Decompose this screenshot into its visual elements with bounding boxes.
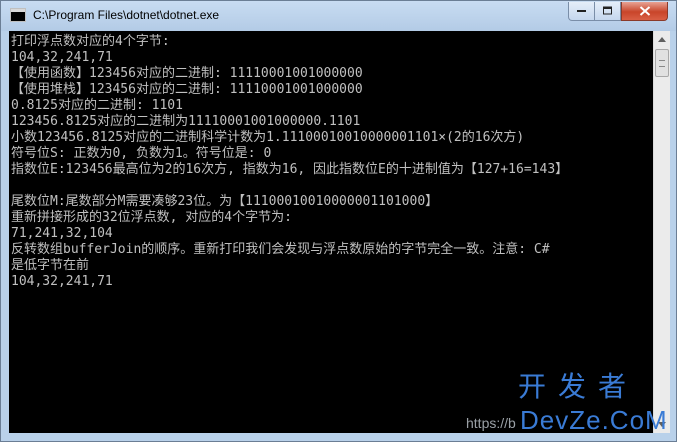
console-line: 指数位E:123456最高位为2的16次方, 指数为16, 因此指数位E的十进制…: [11, 162, 569, 177]
console-line: 打印浮点数对应的4个字节:: [11, 34, 170, 49]
console-line: 是低字节在前: [11, 258, 90, 273]
console-line: 104,32,241,71: [11, 274, 113, 289]
console-window: C:\Program Files\dotnet\dotnet.exe 打印浮点数…: [0, 0, 677, 442]
console-line: 71,241,32,104: [11, 226, 113, 241]
console-line: 反转数组bufferJoin的顺序。重新打印我们会发现与浮点数原始的字节完全一致…: [11, 242, 550, 257]
scroll-up-button[interactable]: [654, 31, 670, 48]
watermark: 开发者 https://b DevZe.CoM: [466, 371, 671, 437]
maximize-icon: [602, 6, 612, 15]
close-icon: [639, 6, 650, 16]
minimize-icon: [576, 10, 586, 12]
console-line: 小数123456.8125对应的二进制科学计数为1.11100010010000…: [11, 130, 525, 145]
window-title: C:\Program Files\dotnet\dotnet.exe: [33, 8, 220, 22]
console-line: 104,32,241,71: [11, 50, 113, 65]
console-line: 123456.8125对应的二进制为11110001001000000.1101: [11, 114, 361, 129]
title-bar[interactable]: C:\Program Files\dotnet\dotnet.exe: [1, 1, 676, 31]
console-line: 0.8125对应的二进制: 1101: [11, 98, 183, 113]
console-line: 符号位S: 正数为0, 负数为1。符号位是: 0: [11, 146, 272, 161]
watermark-cn: 开发者: [518, 370, 639, 403]
close-button[interactable]: [621, 2, 668, 21]
arrow-up-icon: [658, 37, 666, 42]
console-line: 【使用函数】123456对应的二进制: 11110001001000000: [11, 66, 363, 81]
scroll-thumb[interactable]: [655, 49, 669, 77]
console-line: 【使用堆栈】123456对应的二进制: 11110001001000000: [11, 82, 363, 97]
console-app-icon[interactable]: [10, 8, 26, 22]
console-line: 重新拼接形成的32位浮点数, 对应的4个字节为:: [11, 210, 292, 225]
console-line: 尾数位M:尾数部分M需要凑够23位。为【11100010010000001101…: [11, 194, 439, 209]
watermark-url: https://b: [466, 415, 516, 431]
maximize-button[interactable]: [595, 2, 621, 21]
minimize-button[interactable]: [568, 2, 595, 21]
watermark-en: DevZe.CoM: [520, 405, 668, 435]
